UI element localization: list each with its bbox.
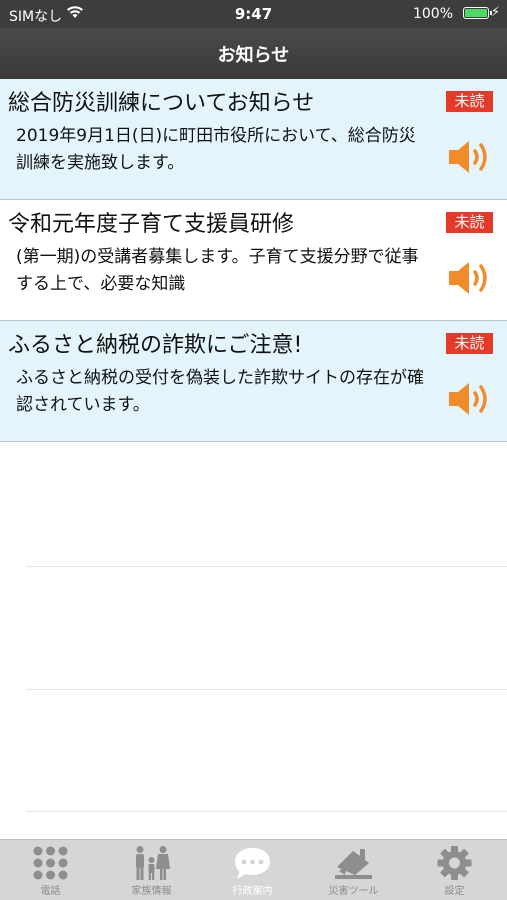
keypad-icon [33,846,68,880]
tab-label: 家族情報 [131,886,172,897]
battery-percent: 100% [412,6,453,22]
notice-title: 令和元年度子育て支援員研修 [8,212,295,237]
gear-icon [437,846,472,880]
notice-title: 総合防災訓練についてお知らせ [8,91,315,116]
list-separator [26,811,507,812]
notice-body: 2019年9月1日(日)に町田市役所において、総合防災訓練を実施致します。 [16,126,416,173]
tab-bar: 電話 家族情報 行政案内 災害ツール 設定 [0,839,507,900]
battery-icon [463,7,492,19]
tab-disaster-tools[interactable]: 災害ツール [303,840,404,900]
list-separator [26,566,507,567]
speaker-icon[interactable] [447,379,493,419]
tab-government-info[interactable]: 行政案内 [202,840,303,900]
notice-item[interactable]: 総合防災訓練についてお知らせ 未読 2019年9月1日(日)に町田市役所において… [0,79,507,200]
tab-label: 災害ツール [328,886,379,897]
tab-settings[interactable]: 設定 [404,840,505,900]
tab-label: 行政案内 [232,886,273,897]
speaker-icon[interactable] [447,258,493,298]
tab-family[interactable]: 家族情報 [101,840,202,900]
speaker-icon[interactable] [447,137,493,177]
unread-badge: 未読 [446,91,493,112]
list-separator [26,689,507,690]
notice-item[interactable]: 令和元年度子育て支援員研修 未読 (第一期)の受講者募集します。子育て支援分野で… [0,200,507,321]
unread-badge: 未読 [446,212,493,233]
nav-bar: お知らせ [0,28,507,79]
notice-title: ふるさと納税の詐欺にご注意! [8,333,303,358]
notice-item[interactable]: ふるさと納税の詐欺にご注意! 未読 ふるさと納税の受付を偽装した詐欺サイトの存在… [0,321,507,442]
tab-label: 電話 [40,886,61,897]
family-icon [136,846,170,880]
page-title: お知らせ [217,45,290,66]
notice-body: (第一期)の受講者募集します。子育て支援分野で従事する上で、必要な知識 [16,247,419,294]
tab-phone[interactable]: 電話 [0,840,101,900]
notice-body: ふるさと納税の受付を偽装した詐欺サイトの存在が確認されています。 [16,368,424,415]
status-bar: SIMなし 9:47 100% ⚡ [0,0,507,28]
chat-bubble-icon [235,848,270,879]
tab-label: 設定 [444,886,465,897]
charging-icon: ⚡ [490,5,500,20]
unread-badge: 未読 [446,333,493,354]
collapsed-house-icon [335,849,372,879]
notice-list: 総合防災訓練についてお知らせ 未読 2019年9月1日(日)に町田市役所において… [0,79,507,442]
